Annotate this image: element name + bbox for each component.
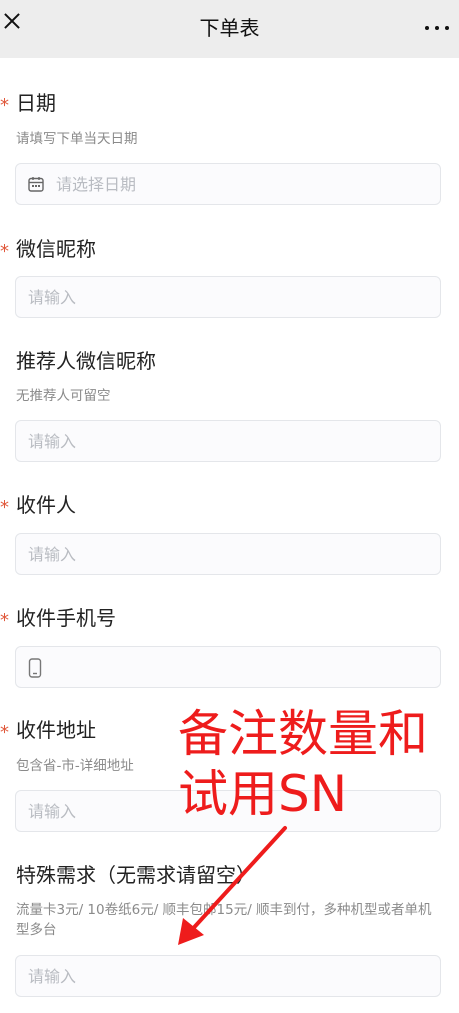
wechat-nickname-label: 微信昵称 (16, 237, 96, 261)
required-mark: * (0, 497, 9, 518)
page-title: 下单表 (199, 16, 260, 40)
special-request-hint: 流量卡3元/ 10卷纸6元/ 顺丰包邮15元/ 顺丰到付，多种机型或者单机型多台 (16, 902, 432, 938)
phone-label: 收件手机号 (16, 606, 116, 630)
annotation-text: 备注数量和 试用SN (178, 704, 448, 824)
recipient-label: 收件人 (16, 493, 76, 517)
top-bar: 下单表 (0, 0, 459, 58)
more-icon[interactable] (425, 18, 449, 38)
date-hint: 请填写下单当天日期 (16, 131, 138, 147)
address-hint: 包含省-市-详细地址 (16, 758, 134, 774)
annotation-line-1: 备注数量和 (178, 705, 428, 763)
date-label: 日期 (16, 91, 56, 115)
required-mark: * (0, 95, 9, 116)
referrer-input[interactable]: 请输入 (15, 420, 441, 462)
referrer-label: 推荐人微信昵称 (16, 349, 156, 373)
date-placeholder: 请选择日期 (56, 175, 137, 194)
date-picker-field[interactable]: 请选择日期 (15, 163, 441, 205)
phone-icon (28, 658, 42, 678)
required-mark: * (0, 722, 9, 743)
referrer-hint: 无推荐人可留空 (16, 388, 111, 404)
required-mark: * (0, 241, 9, 262)
address-placeholder: 请输入 (28, 802, 77, 821)
recipient-input[interactable]: 请输入 (15, 533, 441, 575)
special-request-input[interactable]: 请输入 (15, 955, 441, 997)
recipient-placeholder: 请输入 (28, 545, 77, 564)
wechat-nickname-placeholder: 请输入 (28, 288, 77, 307)
phone-input[interactable] (15, 646, 441, 688)
calendar-icon (28, 177, 44, 192)
special-request-placeholder: 请输入 (28, 967, 77, 986)
special-request-label: 特殊需求（无需求请留空） (16, 863, 256, 887)
wechat-nickname-input[interactable]: 请输入 (15, 276, 441, 318)
annotation-line-2: 试用SN (178, 765, 348, 823)
referrer-placeholder: 请输入 (28, 432, 77, 451)
required-mark: * (0, 610, 9, 631)
address-label: 收件地址 (16, 718, 96, 742)
